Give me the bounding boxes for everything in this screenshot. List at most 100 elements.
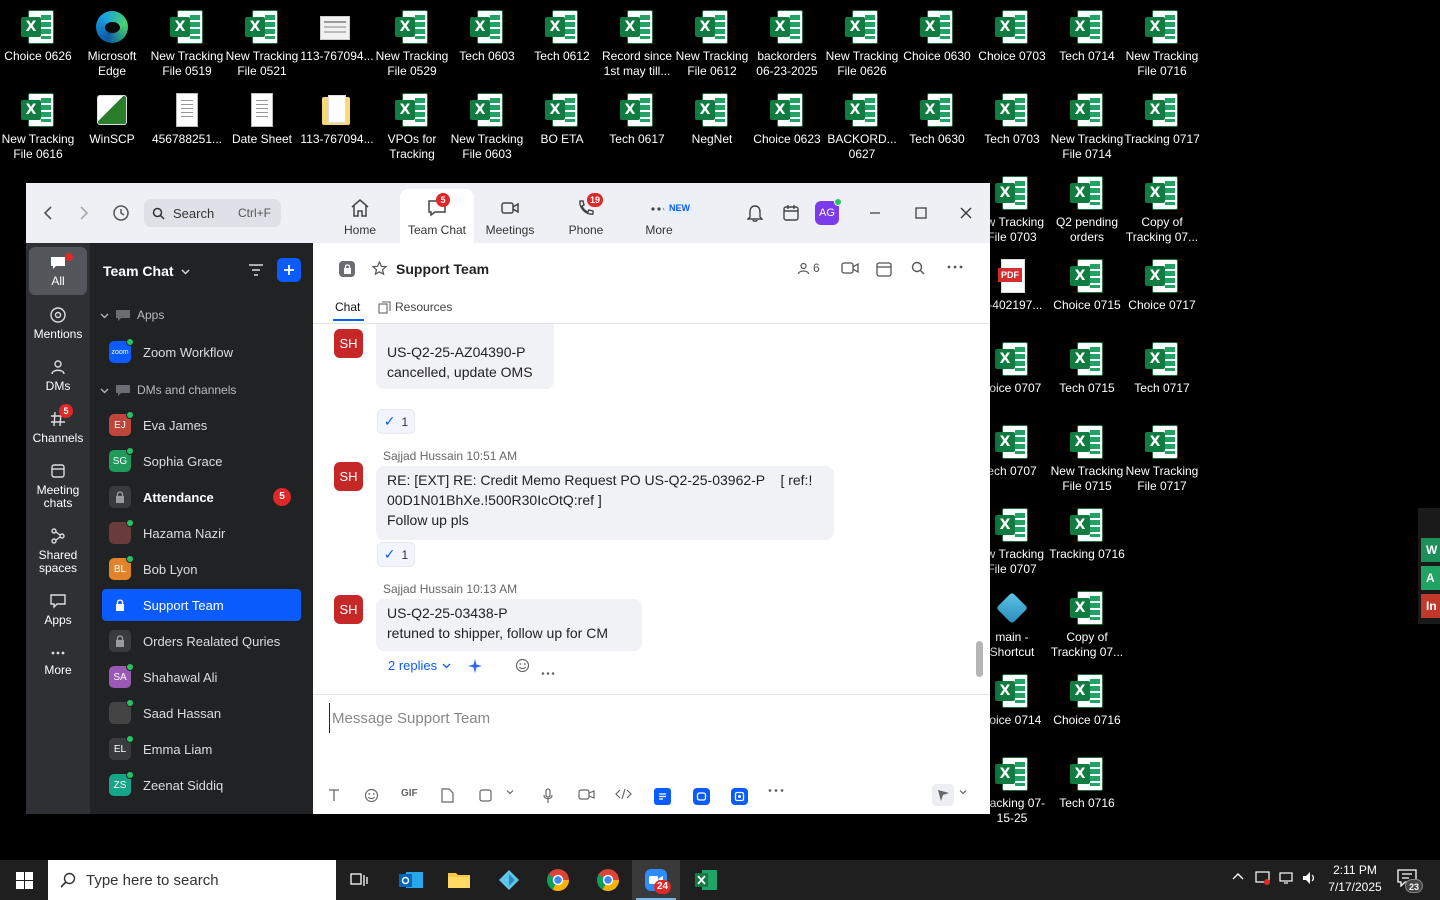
message-bubble[interactable]: US-Q2-25-AZ04390-P cancelled, update OMS — [376, 324, 554, 389]
desktop-icon[interactable]: X VPOs for Tracking — [374, 87, 450, 162]
taskbar-search[interactable]: Type here to search — [48, 860, 336, 900]
filter-button[interactable] — [248, 262, 264, 283]
start-button[interactable] — [0, 860, 48, 900]
rail-mentions[interactable]: Mentions — [29, 306, 87, 341]
rail-all[interactable]: All — [29, 247, 87, 295]
list-item[interactable]: ZS Zeenat Siddiq — [102, 769, 301, 801]
list-item[interactable]: Hazama Nazir — [102, 517, 301, 549]
tab-phone[interactable]: 19 Phone — [549, 189, 623, 241]
subtab-resources[interactable]: Resources — [378, 300, 452, 314]
desktop-icon[interactable]: X Tech 0630 — [899, 87, 975, 147]
desktop-icon[interactable]: X Choice 0630 — [899, 4, 975, 64]
emoji-button[interactable] — [364, 788, 379, 803]
desktop-icon[interactable]: X Q2 pending orders — [1049, 170, 1125, 245]
close-button[interactable] — [955, 202, 977, 224]
desktop-icon[interactable]: X Choice 0703 — [974, 4, 1050, 64]
show-hidden-icons[interactable] — [1231, 870, 1245, 887]
channel-search-button[interactable] — [911, 261, 925, 275]
desktop-icon[interactable]: X Choice 0716 — [1049, 668, 1125, 728]
desktop-icon[interactable]: X Choice 0717 — [1124, 253, 1200, 313]
desktop-icon[interactable]: 456788251... — [149, 87, 225, 147]
forward-button[interactable] — [74, 203, 94, 223]
message-more-button[interactable] — [541, 663, 555, 681]
send-button[interactable] — [932, 784, 954, 806]
list-item[interactable]: Attendance 5 — [102, 481, 301, 513]
members-button[interactable]: 6 — [797, 261, 820, 275]
list-item[interactable]: EL Emma Liam — [102, 733, 301, 765]
tab-more[interactable]: NEW More — [622, 189, 696, 241]
desktop-icon[interactable]: X Tech 0603 — [449, 4, 525, 64]
replies-toggle[interactable]: 2 replies — [388, 658, 451, 673]
desktop-icon[interactable]: X New Tracking File 0717 — [1124, 419, 1200, 494]
desktop-icon[interactable]: X Choice 0623 — [749, 87, 825, 147]
send-options-button[interactable] — [959, 788, 967, 796]
taskbar-chrome-1[interactable] — [534, 860, 582, 900]
desktop-icon[interactable]: X New Tracking File 0714 — [1049, 87, 1125, 162]
volume-button[interactable] — [1301, 870, 1317, 889]
sidebar-title-dropdown[interactable]: Team Chat — [103, 263, 190, 279]
list-item[interactable]: Orders Realated Quries — [102, 625, 301, 657]
desktop-icon[interactable]: X New Tracking File 0612 — [674, 4, 750, 79]
desktop-icon[interactable]: X Tech 0703 — [974, 87, 1050, 147]
tab-team-chat[interactable]: 5 Team Chat — [400, 189, 474, 243]
voice-message-button[interactable] — [542, 788, 554, 804]
video-call-button[interactable] — [841, 261, 859, 275]
desktop-icon[interactable]: X New Tracking File 0521 — [224, 4, 300, 79]
ai-summary-button[interactable] — [467, 658, 483, 679]
desktop-icon[interactable]: 113-767094... — [299, 4, 375, 64]
message-input[interactable] — [329, 703, 969, 733]
list-item[interactable]: SA Shahawal Ali — [102, 661, 301, 693]
attach-file-button[interactable] — [441, 788, 454, 803]
desktop-icon[interactable]: X Choice 0626 — [0, 4, 76, 64]
taskbar-chrome-2[interactable] — [584, 860, 632, 900]
rail-more[interactable]: More — [29, 646, 87, 677]
tab-meetings[interactable]: Meetings — [473, 189, 547, 241]
gif-button[interactable]: GIF — [401, 788, 418, 799]
desktop-icon[interactable]: X Tracking 0716 — [1049, 502, 1125, 562]
taskbar-file-explorer[interactable] — [435, 860, 483, 900]
desktop-icon[interactable]: X New Tracking File 0616 — [0, 87, 76, 162]
desktop-icon[interactable]: X New Tracking File 0716 — [1124, 4, 1200, 79]
task-view-button[interactable] — [336, 860, 384, 900]
desktop-icon[interactable]: Microsoft Edge — [74, 4, 150, 79]
desktop-icon[interactable]: X Tech 0716 — [1049, 751, 1125, 811]
tab-home[interactable]: Home — [323, 189, 397, 241]
list-item[interactable]: BL Bob Lyon — [102, 553, 301, 585]
taskbar-outlook[interactable] — [387, 860, 435, 900]
subtab-chat[interactable]: Chat — [335, 300, 360, 314]
format-text-button[interactable] — [327, 788, 341, 802]
desktop-icon[interactable]: X Copy of Tracking 07... — [1049, 585, 1125, 660]
calendar-button[interactable] — [780, 202, 802, 224]
desktop-icon[interactable]: X BACKORD... 0627 — [824, 87, 900, 162]
reaction-check[interactable]: ✓ 1 — [377, 409, 415, 434]
rail-apps[interactable]: Apps — [29, 592, 87, 627]
notifications-button[interactable] — [744, 202, 766, 224]
search-input[interactable]: Search Ctrl+F — [144, 199, 281, 227]
screenshot-button[interactable] — [478, 788, 493, 803]
rail-shared-spaces[interactable]: Shared spaces — [29, 527, 87, 575]
desktop-icon[interactable]: X New Tracking File 0529 — [374, 4, 450, 79]
message-bubble[interactable]: US-Q2-25-03438-P retuned to shipper, fol… — [376, 599, 642, 651]
maximize-button[interactable] — [910, 202, 932, 224]
desktop-icon[interactable]: X New Tracking File 0626 — [824, 4, 900, 79]
rail-channels[interactable]: 5 Channels — [29, 404, 87, 445]
app-button-1[interactable] — [654, 788, 671, 805]
network-button[interactable] — [1279, 870, 1295, 889]
desktop-icon[interactable]: X New Tracking File 0603 — [449, 87, 525, 162]
list-item[interactable]: Saad Hassan — [102, 697, 301, 729]
system-clock[interactable]: 2:11 PM 7/17/2025 — [1322, 862, 1388, 896]
taskbar-zoom[interactable]: 24 — [632, 860, 680, 900]
new-chat-button[interactable] — [277, 258, 301, 282]
desktop-icon[interactable]: X Record since 1st may till... — [599, 4, 675, 79]
desktop-icon[interactable]: X Choice 0715 — [1049, 253, 1125, 313]
desktop-icon[interactable]: X Copy of Tracking 07... — [1124, 170, 1200, 245]
back-button[interactable] — [38, 203, 58, 223]
taskbar-app-diamond[interactable] — [485, 860, 533, 900]
desktop-icon[interactable]: X Tech 0717 — [1124, 336, 1200, 396]
rail-meeting-chats[interactable]: Meeting chats — [29, 462, 87, 510]
list-item[interactable]: SG Sophia Grace — [102, 445, 301, 477]
history-button[interactable] — [110, 202, 132, 224]
app-button-2[interactable] — [693, 788, 710, 805]
compose-more-button[interactable] — [768, 788, 784, 793]
list-item[interactable]: EJ Eva James — [102, 409, 301, 441]
